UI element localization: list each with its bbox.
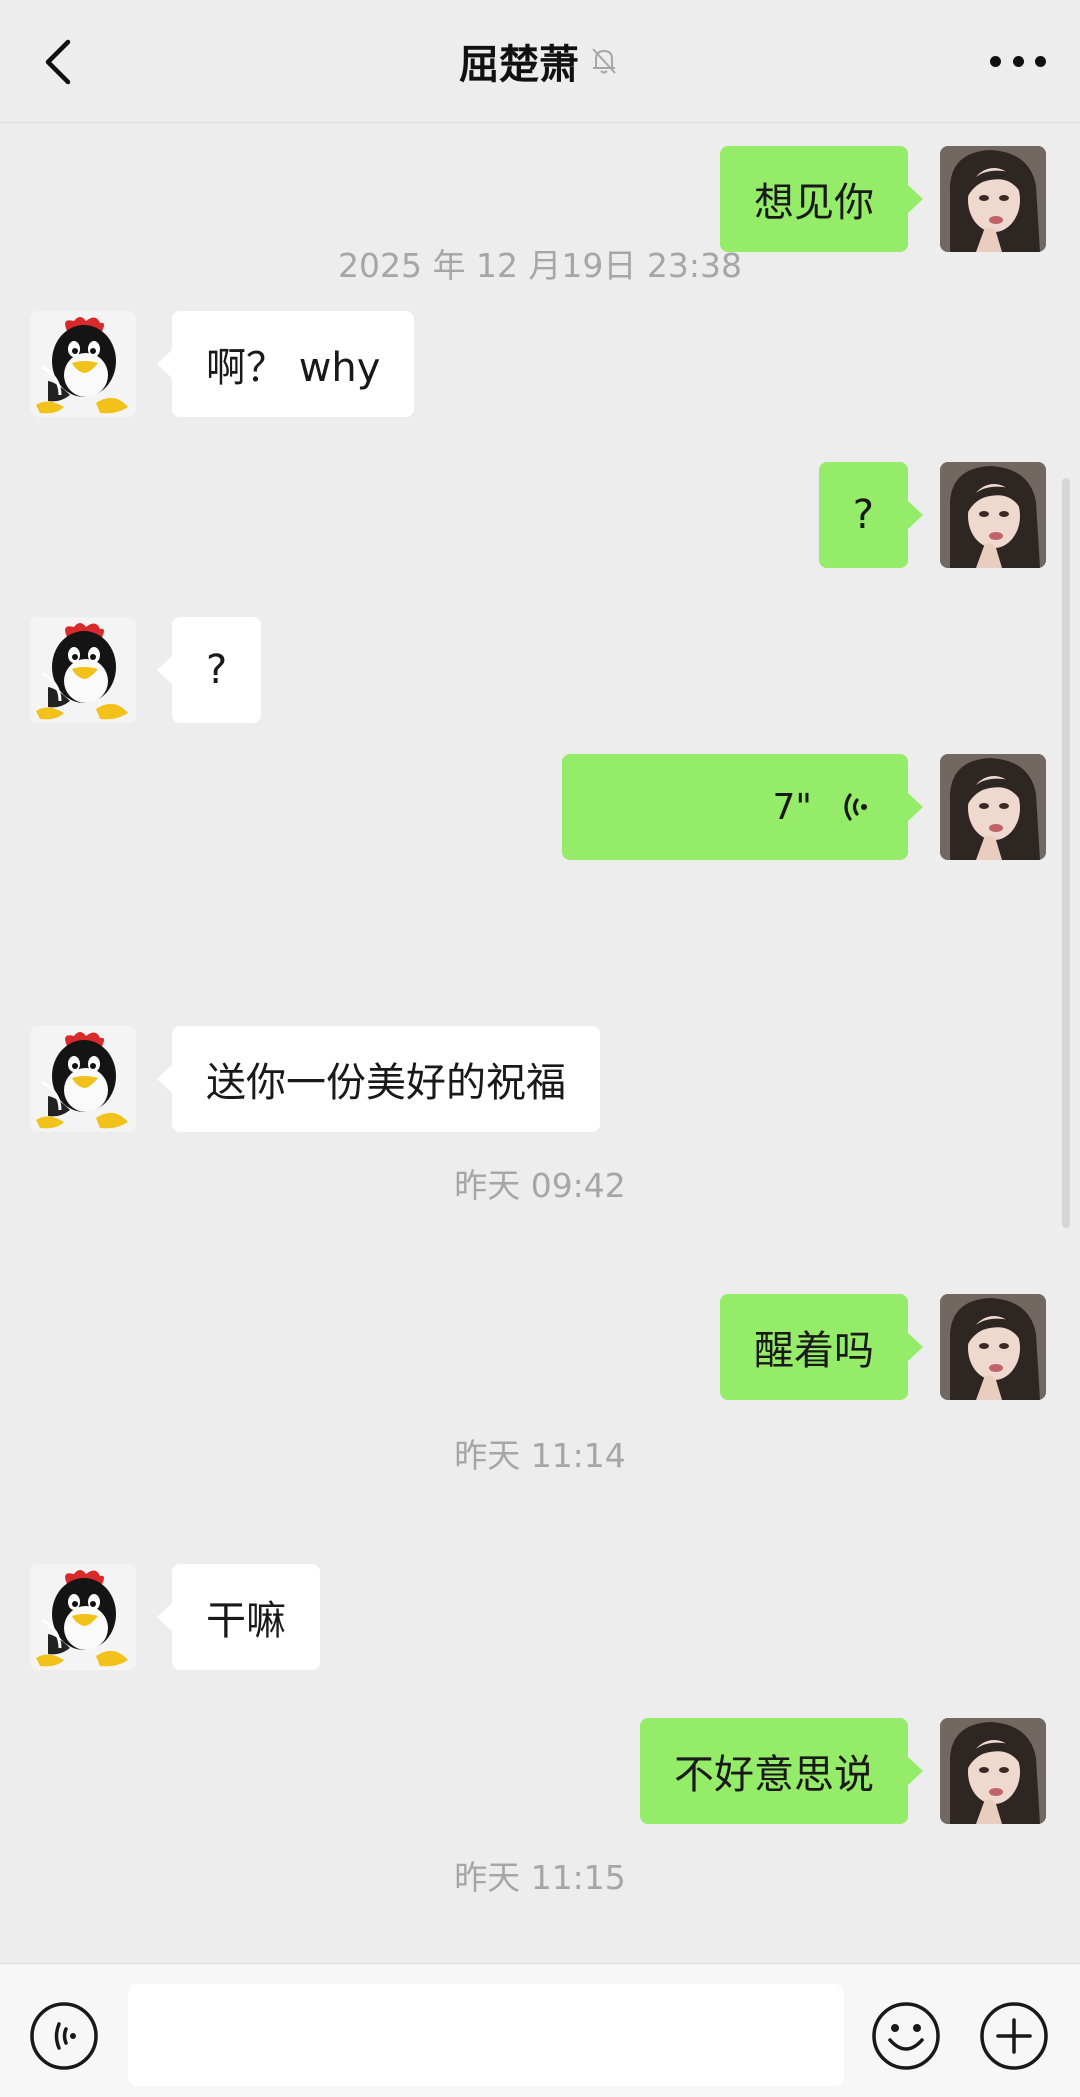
voice-duration: 7" (772, 786, 812, 828)
message-bubble-mine[interactable]: 醒着吗 (720, 1294, 923, 1400)
my-avatar[interactable] (940, 1294, 1046, 1400)
peer-avatar[interactable] (30, 1026, 136, 1132)
voice-wave-icon (844, 793, 867, 821)
bell-off-icon (592, 48, 616, 74)
peer-avatar[interactable] (30, 1564, 136, 1670)
my-avatar[interactable] (940, 1718, 1046, 1824)
message-bubble-mine[interactable]: 想见你 (720, 146, 923, 252)
more-dot (990, 55, 1001, 67)
chat-title: 屈楚萧 (459, 42, 579, 88)
message-timestamp: 2025 年 12 月19日 23:38 (337, 246, 743, 285)
emoji-button[interactable] (870, 2000, 942, 2072)
message-input[interactable] (128, 1984, 844, 2086)
peer-avatar[interactable] (30, 311, 136, 417)
message-list[interactable]: 想见你 2025 年 12 月19日 23:38 啊？ why ? ? 7" 送… (0, 123, 1080, 1963)
voice-input-button[interactable] (28, 2000, 100, 2072)
message-timestamp: 昨天 09:42 (454, 1166, 626, 1205)
message-bubble-peer[interactable]: 干嘛 (157, 1564, 320, 1670)
my-avatar[interactable] (940, 462, 1046, 568)
message-bubble-peer[interactable]: 送你一份美好的祝福 (157, 1026, 600, 1132)
input-bar (0, 1963, 1080, 2097)
message-bubble-peer[interactable]: 啊？ why (156, 311, 415, 417)
my-avatar[interactable] (940, 754, 1046, 860)
plus-circle-icon (980, 2002, 1048, 2070)
message-timestamp: 昨天 11:15 (454, 1858, 626, 1897)
message-bubble-mine[interactable]: 不好意思说 (640, 1718, 923, 1824)
emoji-icon (872, 2002, 940, 2070)
more-dot (1035, 55, 1046, 67)
message-bubble-peer[interactable]: ? (156, 617, 262, 723)
scrollbar[interactable] (1062, 478, 1070, 1228)
peer-avatar[interactable] (30, 617, 136, 723)
my-avatar[interactable] (940, 146, 1046, 252)
voice-input-icon (30, 2002, 98, 2070)
more-dot (1012, 55, 1024, 67)
chat-header: 屈楚萧 (0, 0, 1080, 123)
more-button[interactable] (990, 44, 1046, 78)
voice-message-bubble[interactable]: 7" (562, 754, 923, 860)
plus-button[interactable] (978, 2000, 1050, 2072)
message-bubble-mine[interactable]: ? (818, 462, 924, 568)
message-timestamp: 昨天 11:14 (454, 1436, 626, 1475)
